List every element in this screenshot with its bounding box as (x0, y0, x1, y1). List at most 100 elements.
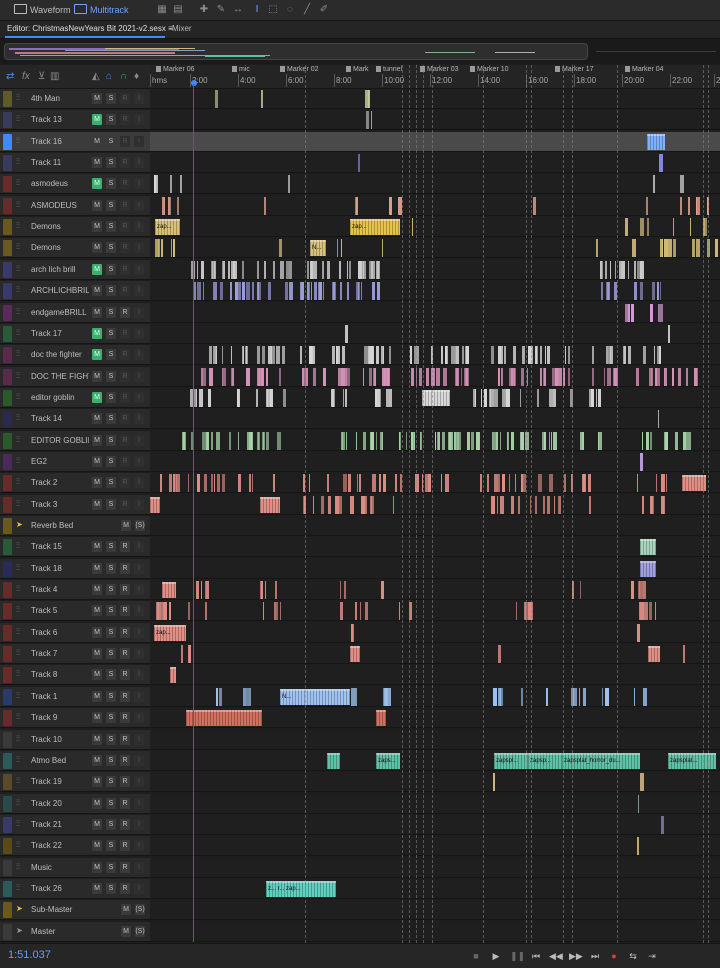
audio-clip[interactable] (628, 346, 632, 364)
audio-clip[interactable] (176, 197, 179, 215)
audio-clip[interactable] (642, 432, 644, 450)
audio-clip[interactable] (281, 346, 285, 364)
audio-clip[interactable] (421, 474, 423, 492)
monitor-input-button[interactable]: I (134, 157, 144, 168)
audio-clip[interactable] (462, 346, 465, 364)
track-lane[interactable]: zap... zap... (150, 217, 720, 237)
solo-button[interactable]: S (106, 563, 116, 574)
track-name[interactable]: Track 1 (31, 692, 89, 701)
audio-clip[interactable] (156, 602, 160, 620)
audio-clip[interactable] (640, 561, 656, 577)
audio-clip[interactable] (583, 688, 586, 706)
audio-clip[interactable] (327, 474, 330, 492)
record-arm-button[interactable]: R (120, 819, 130, 830)
monitor-input-button[interactable]: I (134, 563, 144, 574)
audio-clip[interactable] (350, 646, 360, 662)
mute-button[interactable]: M (92, 349, 102, 360)
audio-clip[interactable] (410, 346, 413, 364)
track-name[interactable]: Track 2 (31, 478, 89, 487)
audio-clip[interactable] (659, 346, 662, 364)
monitor-input-button[interactable]: I (134, 435, 144, 446)
audio-clip[interactable] (514, 474, 516, 492)
loop-playback-icon[interactable]: ⇆ (627, 950, 639, 962)
audio-clip[interactable] (237, 474, 241, 492)
audio-clip[interactable]: z... r... zap... (266, 881, 336, 897)
track-color-bar[interactable] (3, 881, 12, 897)
record-arm-button[interactable]: R (120, 563, 130, 574)
spectral-view-icon[interactable]: ▦ (156, 4, 168, 16)
track-name[interactable]: Track 7 (31, 649, 89, 658)
audio-clip[interactable] (243, 346, 245, 364)
audio-clip[interactable] (285, 261, 289, 279)
audio-clip[interactable] (209, 368, 214, 386)
audio-clip[interactable] (355, 602, 357, 620)
monitor-input-button[interactable]: I (134, 605, 144, 616)
audio-clip[interactable] (347, 282, 350, 300)
monitor-input-button[interactable]: I (134, 883, 144, 894)
audio-clip[interactable] (424, 474, 428, 492)
audio-clip[interactable] (327, 753, 340, 769)
audio-clip[interactable] (394, 474, 397, 492)
audio-clip[interactable] (170, 667, 176, 683)
audio-clip[interactable] (406, 432, 408, 450)
audio-clip[interactable] (658, 410, 660, 428)
track-header[interactable]: ⫶⫶ Track 4MSRI (0, 580, 150, 600)
audio-clip[interactable] (337, 239, 339, 257)
audio-clip[interactable] (592, 368, 595, 386)
audio-clip[interactable] (618, 261, 621, 279)
mute-button[interactable]: M (92, 499, 102, 510)
track-lane[interactable] (150, 174, 720, 194)
audio-clip[interactable] (215, 346, 217, 364)
audio-clip[interactable] (332, 389, 336, 407)
solo-button[interactable]: S (106, 157, 116, 168)
record-arm-button[interactable]: R (120, 776, 130, 787)
audio-clip[interactable] (280, 261, 284, 279)
mute-button[interactable]: M (92, 178, 102, 189)
track-name[interactable]: Atmo Bed (31, 756, 89, 765)
track-name[interactable]: arch lich brill (31, 265, 89, 274)
audio-clip[interactable] (207, 389, 211, 407)
audio-clip[interactable] (278, 239, 282, 257)
track-name[interactable]: editor goblin (31, 393, 89, 402)
audio-clip[interactable] (191, 432, 194, 450)
audio-clip[interactable] (245, 346, 249, 364)
audio-clip[interactable] (449, 432, 454, 450)
record-arm-button[interactable]: R (120, 264, 130, 275)
mute-button[interactable]: M (92, 477, 102, 488)
audio-clip[interactable] (388, 688, 392, 706)
solo-button[interactable]: (S) (135, 520, 145, 531)
audio-clip[interactable] (303, 496, 307, 514)
audio-clip[interactable] (520, 688, 523, 706)
audio-clip[interactable] (355, 197, 358, 215)
mute-button[interactable]: M (92, 734, 102, 745)
audio-clip[interactable] (288, 175, 291, 193)
audio-clip[interactable] (631, 239, 636, 257)
track-header[interactable]: ⫶⫶ asmodeus M S R I (0, 174, 150, 194)
track-header[interactable]: ⫶⫶ doc the fighter M S R I (0, 345, 150, 365)
audio-clip[interactable] (363, 432, 367, 450)
audio-clip[interactable] (498, 368, 501, 386)
audio-clip[interactable] (657, 304, 659, 322)
audio-clip[interactable] (368, 90, 371, 108)
solo-button[interactable]: S (106, 371, 116, 382)
audio-clip[interactable] (376, 261, 380, 279)
track-lane[interactable]: zap... (150, 623, 720, 643)
audio-clip[interactable] (494, 496, 496, 514)
audio-clip[interactable] (341, 432, 345, 450)
audio-clip[interactable] (334, 496, 339, 514)
audio-clip[interactable] (639, 773, 644, 791)
track-name[interactable]: Track 15 (31, 542, 89, 551)
audio-clip[interactable] (661, 816, 665, 834)
audio-clip[interactable]: zapsplat... (668, 753, 716, 769)
track-name[interactable]: Master (31, 927, 89, 936)
audio-clip[interactable] (680, 175, 685, 193)
audio-clip[interactable] (695, 239, 700, 257)
audio-clip[interactable] (211, 474, 214, 492)
audio-clip[interactable] (689, 218, 691, 236)
audio-clip[interactable] (356, 474, 358, 492)
audio-clip[interactable] (263, 602, 265, 620)
audio-clip[interactable] (664, 368, 668, 386)
audio-clip[interactable] (216, 474, 220, 492)
audio-clip[interactable] (257, 432, 259, 450)
track-lane[interactable] (150, 794, 720, 814)
